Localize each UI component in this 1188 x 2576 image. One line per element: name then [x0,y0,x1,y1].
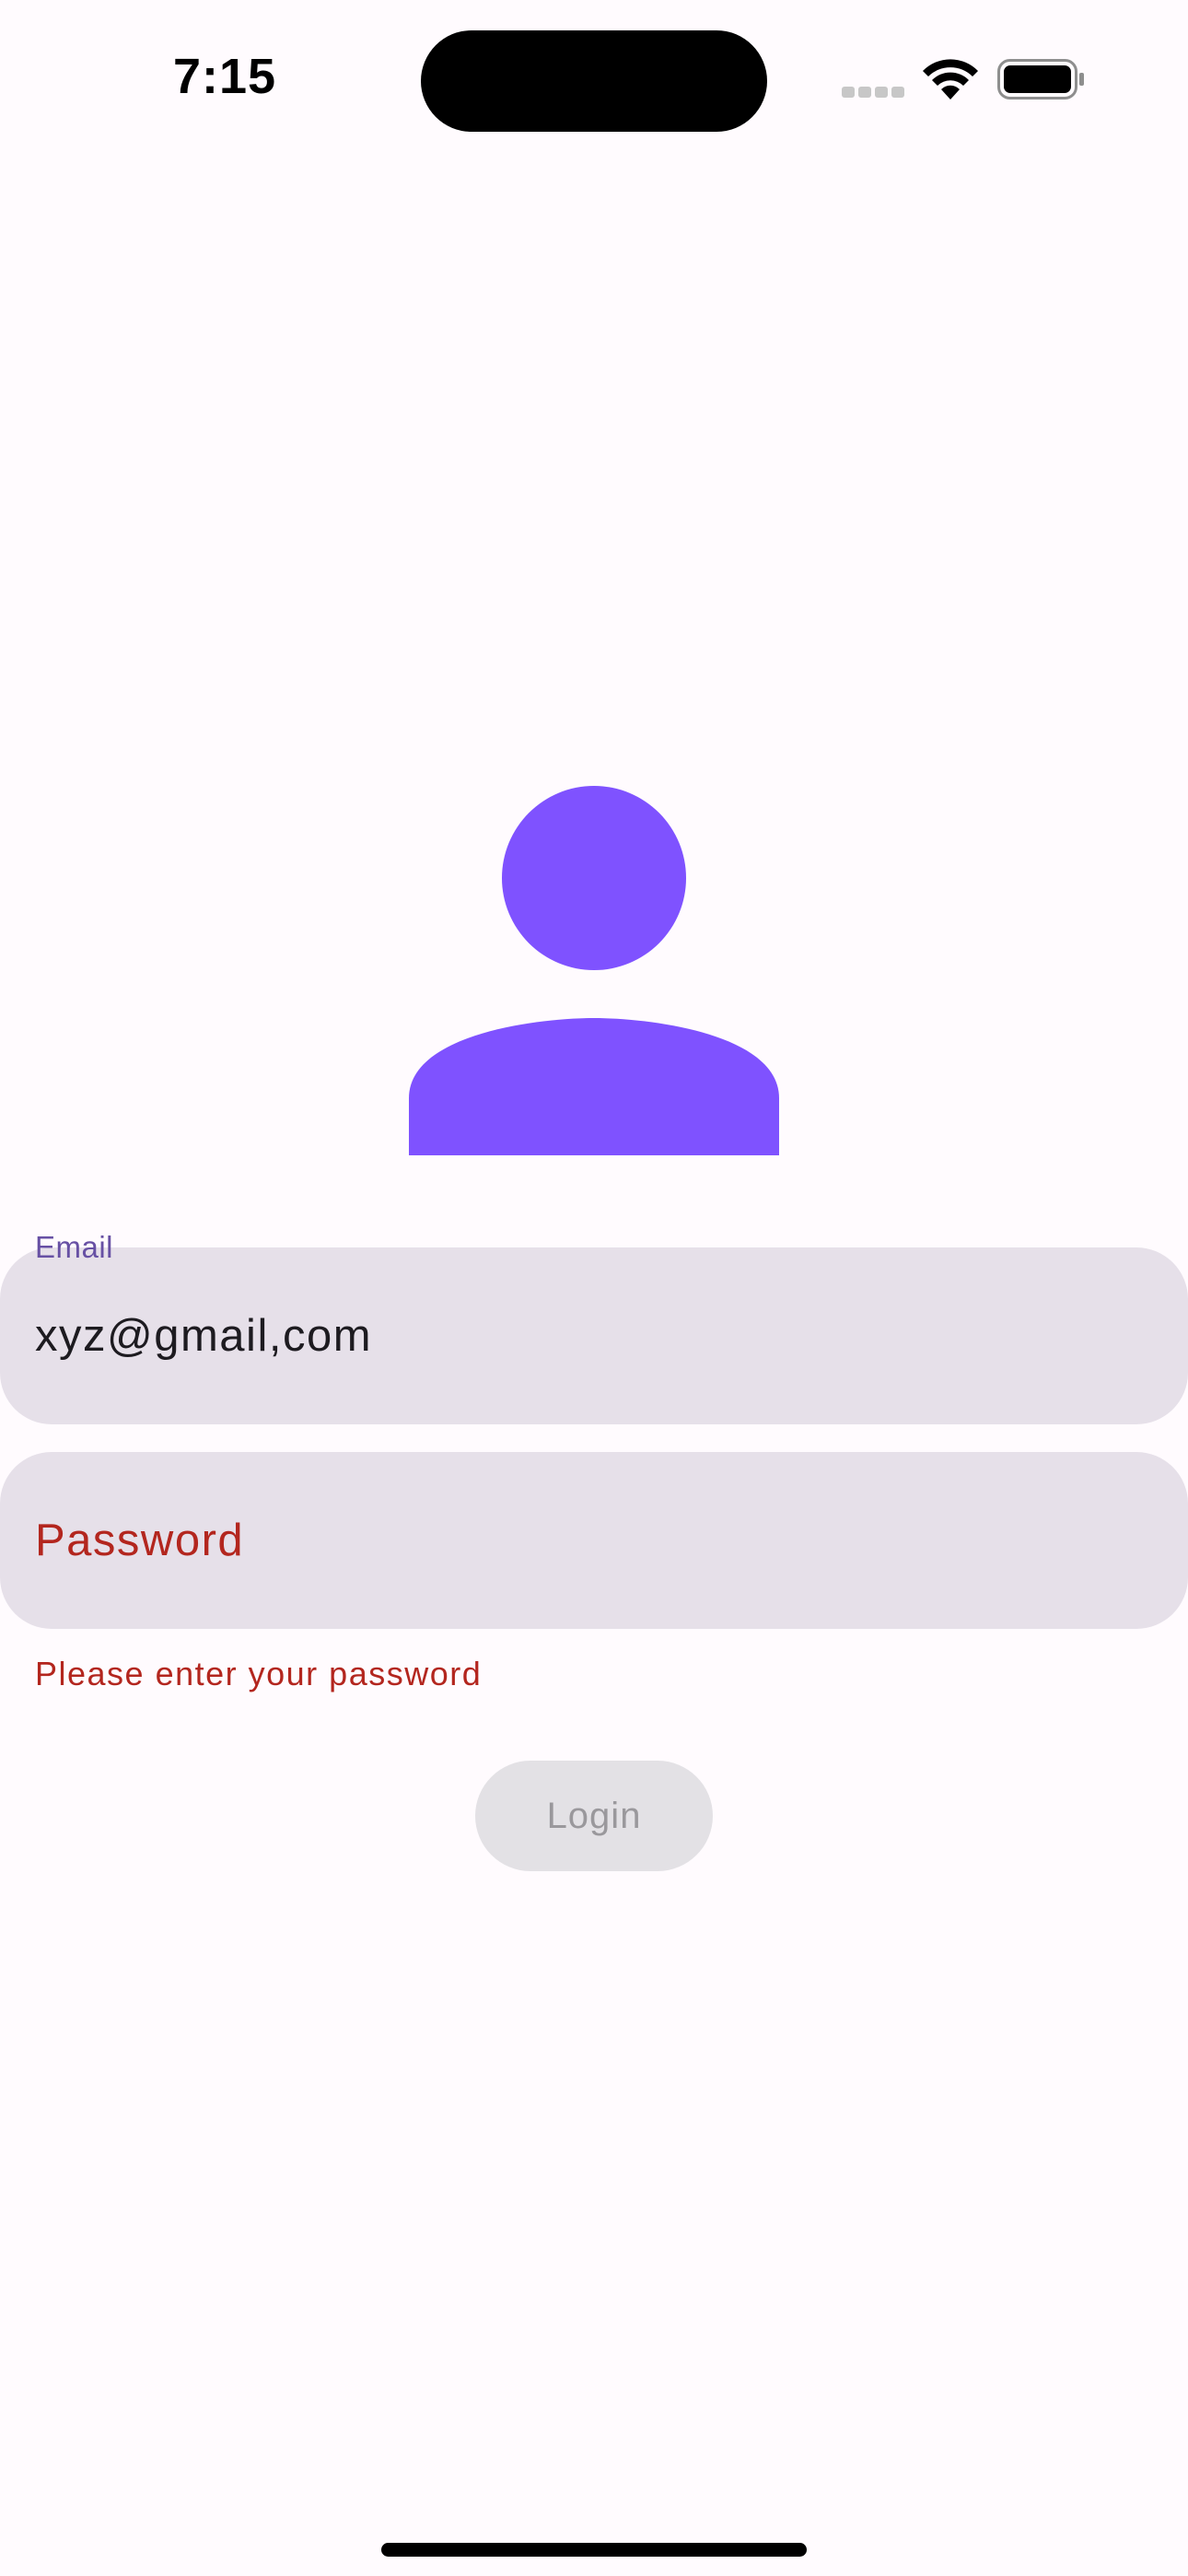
cellular-signal-icon [842,87,906,98]
dynamic-island [421,30,767,132]
status-bar: 7:15 [0,0,1188,157]
email-field-label: Email [35,1230,114,1264]
home-indicator[interactable] [381,2543,807,2557]
email-field-value: xyz@gmail,com [35,1311,373,1361]
person-icon [409,786,779,1155]
password-error-text: Please enter your password [35,1655,483,1692]
login-button-label: Login [546,1795,642,1836]
password-field[interactable]: Password [0,1452,1188,1629]
email-field[interactable]: xyz@gmail,com [0,1247,1188,1424]
status-time: 7:15 [173,49,277,104]
login-button[interactable]: Login [475,1761,713,1871]
password-field-placeholder: Password [35,1516,245,1565]
battery-icon [997,59,1084,100]
wifi-icon [923,59,978,100]
